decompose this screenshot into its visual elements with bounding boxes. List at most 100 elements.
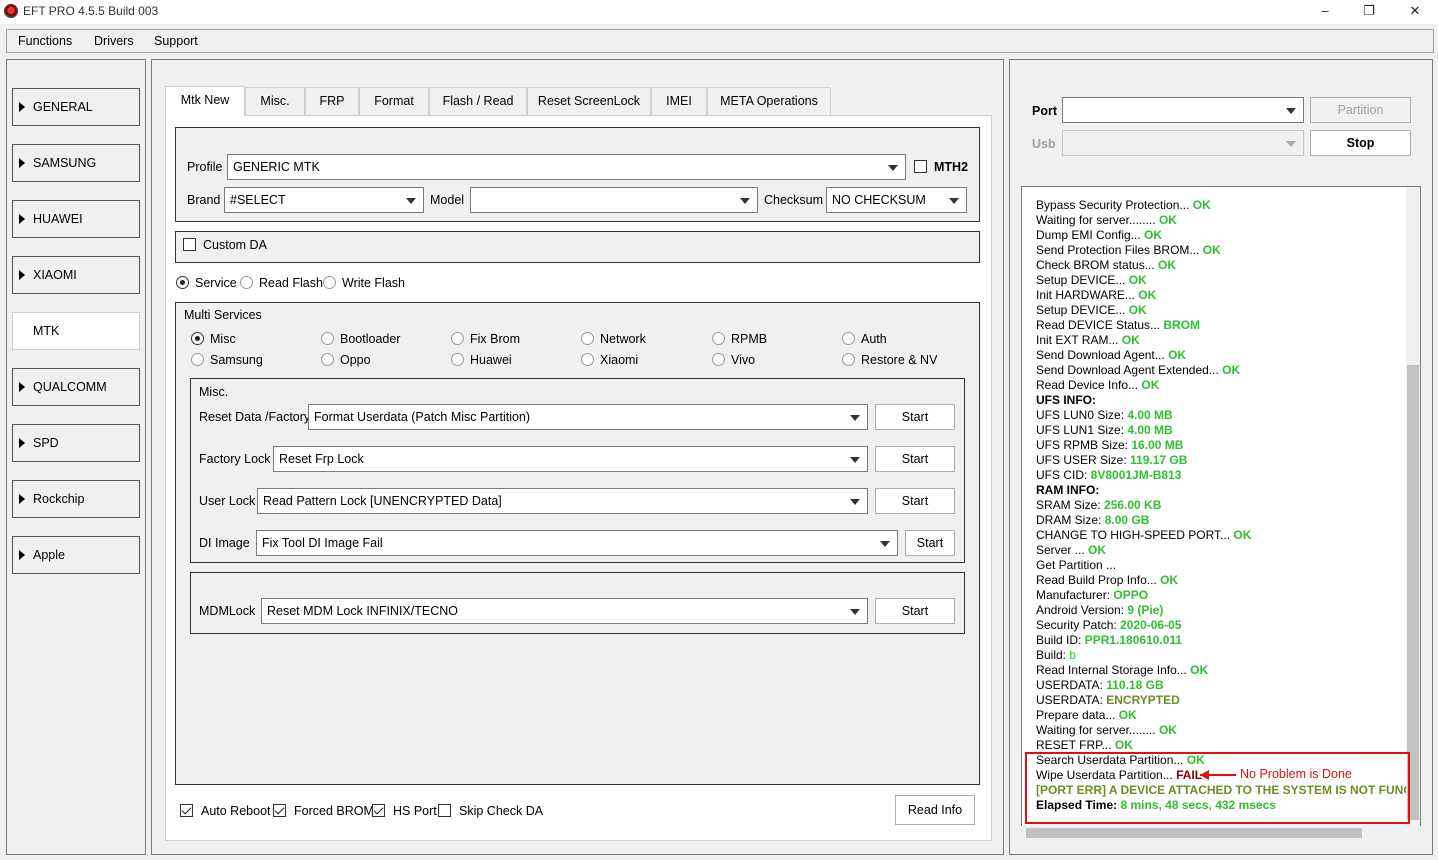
hs-port-checkbox[interactable] bbox=[372, 804, 385, 817]
nav-rockchip[interactable]: Rockchip bbox=[12, 480, 140, 518]
log-line: Build: b bbox=[1036, 648, 1076, 663]
nav-label: GENERAL bbox=[33, 100, 93, 114]
mdm-lock-start-button[interactable]: Start bbox=[875, 598, 955, 624]
tab-reset-screenlock[interactable]: Reset ScreenLock bbox=[527, 87, 651, 115]
custom-da-group bbox=[175, 231, 980, 263]
log-line-status: 119.17 GB bbox=[1130, 453, 1188, 467]
mode-service-radio[interactable] bbox=[176, 276, 189, 289]
nav-apple[interactable]: Apple bbox=[12, 536, 140, 574]
reset-data-select[interactable]: Format Userdata (Patch Misc Partition) bbox=[308, 404, 868, 430]
profile-label: Profile bbox=[187, 160, 223, 174]
log-line: Send Download Agent Extended... OK bbox=[1036, 363, 1240, 378]
annotation-note: No Problem is Done bbox=[1240, 767, 1352, 781]
log-line-status: OK bbox=[1158, 723, 1177, 737]
profile-select[interactable]: GENERIC MTK bbox=[227, 154, 906, 180]
nav-spd[interactable]: SPD bbox=[12, 424, 140, 462]
tab-flash-read[interactable]: Flash / Read bbox=[429, 87, 527, 115]
di-image-select[interactable]: Fix Tool DI Image Fail bbox=[256, 530, 898, 556]
chevron-down-icon bbox=[850, 499, 860, 505]
checksum-select[interactable]: NO CHECKSUM bbox=[826, 187, 967, 213]
user-lock-select[interactable]: Read Pattern Lock [UNENCRYPTED Data] bbox=[257, 488, 868, 514]
log-line-status: 256.00 KB bbox=[1104, 498, 1162, 512]
tab-meta-operations[interactable]: META Operations bbox=[707, 87, 831, 115]
mode-write-flash-radio[interactable] bbox=[323, 276, 336, 289]
log-line: USERDATA: ENCRYPTED bbox=[1036, 693, 1180, 708]
service-samsung-label: Samsung bbox=[210, 353, 263, 367]
service-fix-brom-radio[interactable] bbox=[451, 332, 464, 345]
caret-right-icon bbox=[19, 270, 25, 280]
reset-data-start-button[interactable]: Start bbox=[875, 404, 955, 430]
restore-button[interactable]: ❐ bbox=[1346, 0, 1392, 24]
nav-samsung[interactable]: SAMSUNG bbox=[12, 144, 140, 182]
service-xiaomi-radio[interactable] bbox=[581, 353, 594, 366]
annotation-arrow-line bbox=[1200, 774, 1236, 776]
nav-huawei[interactable]: HUAWEI bbox=[12, 200, 140, 238]
nav-mtk[interactable]: MTK bbox=[12, 312, 140, 350]
partition-button[interactable]: Partition bbox=[1310, 97, 1411, 123]
service-fix-brom-label: Fix Brom bbox=[470, 332, 520, 346]
misc-title: Misc. bbox=[199, 385, 229, 399]
service-bootloader-radio[interactable] bbox=[321, 332, 334, 345]
tab-frp[interactable]: FRP bbox=[305, 87, 359, 115]
service-restore-nv-radio[interactable] bbox=[842, 353, 855, 366]
service-vivo-radio[interactable] bbox=[712, 353, 725, 366]
service-xiaomi-label: Xiaomi bbox=[600, 353, 639, 367]
log-line: Dump EMI Config... OK bbox=[1036, 228, 1162, 243]
service-rpmb-radio[interactable] bbox=[712, 332, 725, 345]
close-button[interactable]: ✕ bbox=[1392, 0, 1438, 24]
mdm-lock-select[interactable]: Reset MDM Lock INFINIX/TECNO bbox=[261, 598, 868, 624]
skip-check-da-checkbox[interactable] bbox=[438, 804, 451, 817]
forced-brom-checkbox[interactable] bbox=[273, 804, 286, 817]
factory-lock-select[interactable]: Reset Frp Lock bbox=[273, 446, 868, 472]
log-horizontal-scroll-thumb[interactable] bbox=[1026, 828, 1362, 838]
log-line: Manufacturer: OPPO bbox=[1036, 588, 1148, 603]
service-samsung-radio[interactable] bbox=[191, 353, 204, 366]
log-line: Waiting for server........ OK bbox=[1036, 213, 1177, 228]
nav-xiaomi[interactable]: XIAOMI bbox=[12, 256, 140, 294]
auto-reboot-label: Auto Reboot bbox=[201, 804, 271, 818]
menu-support[interactable]: Support bbox=[154, 34, 198, 48]
port-select[interactable] bbox=[1062, 97, 1304, 123]
log-line-status: PPR1.180610.011 bbox=[1084, 633, 1183, 647]
stop-button[interactable]: Stop bbox=[1310, 130, 1411, 156]
log-output[interactable]: Bypass Security Protection... OK Waiting … bbox=[1021, 186, 1421, 826]
service-oppo-radio[interactable] bbox=[321, 353, 334, 366]
user-lock-value: Read Pattern Lock [UNENCRYPTED Data] bbox=[263, 494, 502, 508]
minimize-button[interactable]: – bbox=[1302, 0, 1348, 24]
tab-mtk-new[interactable]: Mtk New bbox=[165, 86, 245, 116]
menu-functions[interactable]: Functions bbox=[18, 34, 72, 48]
service-auth-label: Auth bbox=[861, 332, 887, 346]
window-title: EFT PRO 4.5.5 Build 003 bbox=[23, 4, 159, 18]
di-image-label: DI Image bbox=[199, 536, 250, 550]
log-line-text: Init HARDWARE... bbox=[1036, 288, 1139, 302]
service-network-radio[interactable] bbox=[581, 332, 594, 345]
custom-da-checkbox[interactable] bbox=[183, 238, 196, 251]
nav-qualcomm[interactable]: QUALCOMM bbox=[12, 368, 140, 406]
log-line-text: Send Protection Files BROM... bbox=[1036, 243, 1203, 257]
log-line: CHANGE TO HIGH-SPEED PORT... OK bbox=[1036, 528, 1251, 543]
read-info-button[interactable]: Read Info bbox=[895, 795, 975, 825]
user-lock-start-button[interactable]: Start bbox=[875, 488, 955, 514]
tab-format[interactable]: Format bbox=[359, 87, 429, 115]
factory-lock-start-button[interactable]: Start bbox=[875, 446, 955, 472]
service-misc-radio[interactable] bbox=[191, 332, 204, 345]
usb-select[interactable] bbox=[1062, 130, 1304, 156]
service-auth-radio[interactable] bbox=[842, 332, 855, 345]
log-line: Security Patch: 2020-06-05 bbox=[1036, 618, 1181, 633]
service-huawei-radio[interactable] bbox=[451, 353, 464, 366]
log-line-status: OK bbox=[1192, 198, 1211, 212]
mode-read-flash-radio[interactable] bbox=[240, 276, 253, 289]
tab-imei[interactable]: IMEI bbox=[651, 87, 707, 115]
service-network-label: Network bbox=[600, 332, 646, 346]
tab-misc-[interactable]: Misc. bbox=[245, 87, 305, 115]
brand-select[interactable]: #SELECT bbox=[224, 187, 424, 213]
auto-reboot-checkbox[interactable] bbox=[180, 804, 193, 817]
log-line: Prepare data... OK bbox=[1036, 708, 1137, 723]
mth2-checkbox[interactable] bbox=[914, 160, 927, 173]
di-image-start-button[interactable]: Start bbox=[905, 530, 955, 556]
di-image-value: Fix Tool DI Image Fail bbox=[262, 536, 383, 550]
nav-general[interactable]: GENERAL bbox=[12, 88, 140, 126]
model-select[interactable] bbox=[470, 187, 758, 213]
menu-drivers[interactable]: Drivers bbox=[94, 34, 134, 48]
nav-label: SAMSUNG bbox=[33, 156, 97, 170]
